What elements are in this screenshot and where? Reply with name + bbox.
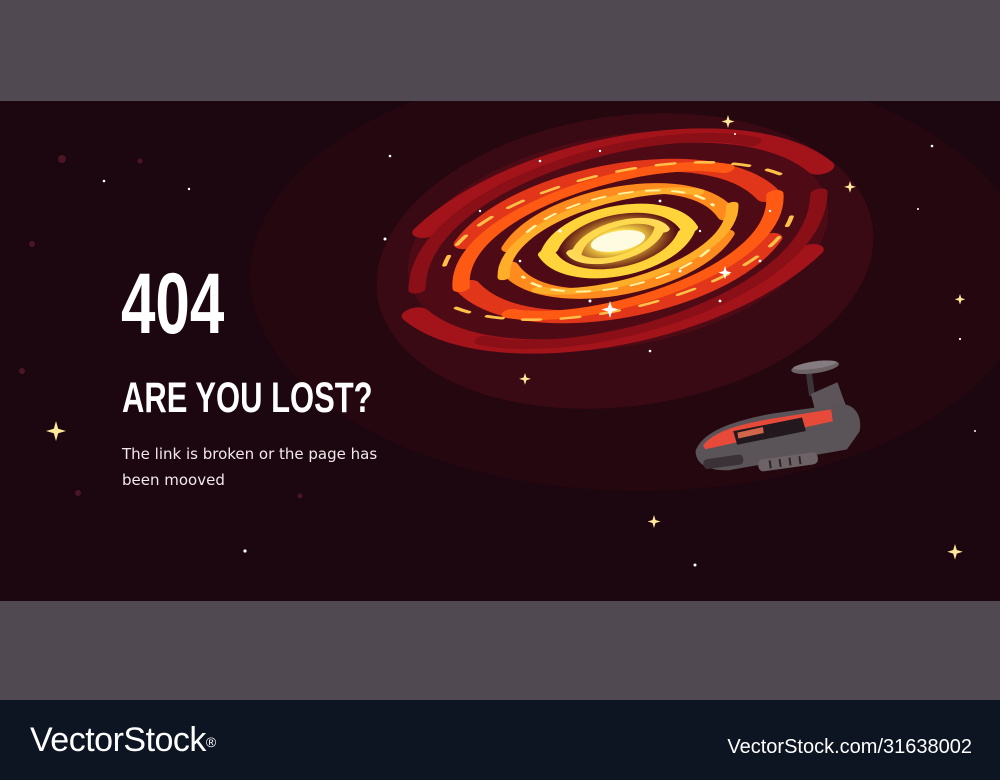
bottom-letterbox-band: [0, 601, 1000, 700]
registered-mark: ®: [205, 734, 216, 750]
space-scene: 404 ARE YOU LOST? The link is broken or …: [0, 101, 1000, 601]
brand-name: VectorStock: [30, 721, 206, 759]
stock-image-id: VectorStock.com/31638002: [727, 736, 972, 758]
top-letterbox-band: [0, 0, 1000, 101]
vectorstock-logo: VectorStock®: [30, 720, 216, 760]
error-headline: ARE YOU LOST?: [122, 374, 373, 422]
error-message: The link is broken or the page has been …: [122, 445, 378, 489]
error-code: 404: [121, 256, 225, 352]
